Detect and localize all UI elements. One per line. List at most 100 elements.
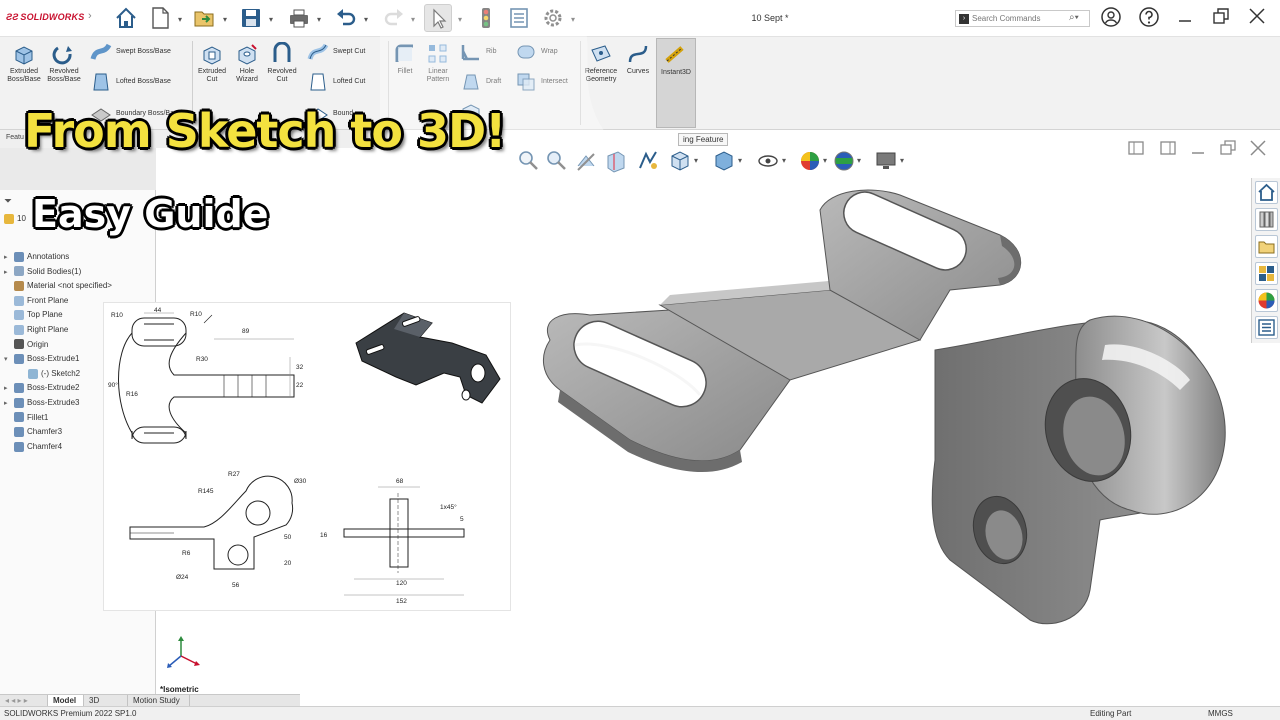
chevron-right-icon[interactable]: › [88,10,92,22]
tree-item[interactable]: Fillet1 [4,411,48,425]
print-button[interactable] [285,4,313,32]
file-properties-button[interactable] [505,4,533,32]
lofted-cut-button[interactable]: Lofted Cut [307,71,365,93]
hide-show-items-icon[interactable] [756,148,780,174]
edit-appearance-icon[interactable] [798,148,822,174]
expand-arrow-icon[interactable]: ▸ [4,382,14,396]
help-button[interactable] [1136,6,1162,30]
viewport-minimize-icon[interactable] [1188,138,1208,158]
new-document-button[interactable] [146,4,174,32]
lofted-boss-button[interactable]: Lofted Boss/Base [90,71,171,93]
display-style-icon[interactable] [712,148,736,174]
undo-dropdown-icon[interactable]: ▾ [364,15,368,24]
print-dropdown-icon[interactable]: ▾ [317,15,321,24]
hole-wizard-button[interactable]: Hole Wizard [229,42,265,84]
revolved-boss-button[interactable]: Revolved Boss/Base [44,42,84,84]
viewport-close-icon[interactable] [1248,138,1268,158]
expand-arrow-icon[interactable]: ▸ [4,251,14,265]
appearance-dropdown-icon[interactable]: ▾ [823,156,827,165]
save-dropdown-icon[interactable]: ▾ [269,15,273,24]
close-button[interactable] [1244,6,1270,30]
zoom-to-fit-icon[interactable] [516,148,540,174]
section-view-icon[interactable] [604,148,628,174]
scene-dropdown-icon[interactable]: ▾ [857,156,861,165]
tree-item[interactable]: Material <not specified> [4,279,112,293]
solidworks-resources-tab[interactable] [1255,181,1278,204]
status-units[interactable]: MMGS [1208,707,1233,720]
user-account-button[interactable] [1098,6,1124,30]
select-dropdown-icon[interactable]: ▾ [458,15,462,24]
open-dropdown-icon[interactable]: ▾ [223,15,227,24]
fillet-button[interactable]: Fillet [391,42,419,76]
tree-item[interactable]: Chamfer4 [4,440,62,454]
apply-scene-icon[interactable] [832,148,856,174]
linear-pattern-button[interactable]: Linear Pattern [421,42,455,84]
intersect-button[interactable]: Intersect [515,71,568,93]
reference-geometry-button[interactable]: Reference Geometry [582,42,620,84]
file-explorer-tab[interactable] [1255,235,1278,258]
view-settings-dropdown-icon[interactable]: ▾ [900,156,904,165]
custom-properties-tab[interactable] [1255,316,1278,339]
tree-item[interactable]: Top Plane [4,308,63,322]
display-style-dropdown-icon[interactable]: ▾ [738,156,742,165]
viewport-split-right-icon[interactable] [1158,138,1178,158]
expand-arrow-icon[interactable]: ▾ [4,353,14,367]
expand-arrow-icon[interactable]: ▸ [4,397,14,411]
save-button[interactable] [237,4,265,32]
swept-cut-button[interactable]: Swept Cut [307,41,365,63]
tree-item[interactable]: Front Plane [4,294,68,308]
instant3d-button[interactable]: Instant3D [656,38,696,128]
tab-features[interactable]: Featu [6,134,24,141]
design-library-tab[interactable] [1255,208,1278,231]
options-button[interactable] [539,4,567,32]
select-button[interactable] [424,4,452,32]
view-settings-icon[interactable] [874,148,898,174]
view-palette-tab[interactable] [1255,262,1278,285]
rebuild-button[interactable] [472,4,500,32]
previous-view-icon[interactable] [574,148,598,174]
extruded-cut-button[interactable]: Extruded Cut [194,42,230,84]
hide-show-dropdown-icon[interactable]: ▾ [782,156,786,165]
solidworks-logo[interactable]: ƧƧ SOLIDWORKS [6,12,84,22]
expand-arrow-icon[interactable]: ▸ [4,266,14,280]
rib-button[interactable]: Rib [460,41,497,63]
redo-button[interactable] [380,4,408,32]
tree-item[interactable]: ▸ Boss-Extrude3 [4,396,79,410]
restore-button[interactable] [1208,6,1234,30]
open-button[interactable] [191,4,219,32]
tree-item[interactable]: Origin [4,338,48,352]
dynamic-annotation-icon[interactable] [636,148,660,174]
new-dropdown-icon[interactable]: ▾ [178,15,182,24]
undo-button[interactable] [332,4,360,32]
search-commands-box[interactable]: › ⌕▾ [955,10,1090,27]
file-explorer-icon [1258,241,1275,254]
tree-item[interactable]: ▸ Annotations [4,250,69,264]
tree-root-part[interactable]: 10 [4,212,26,226]
viewport-restore-icon[interactable] [1218,138,1238,158]
curves-button[interactable]: Curves [622,42,654,76]
feature-icon [14,266,24,277]
tree-item[interactable]: Chamfer3 [4,425,62,439]
tree-item[interactable]: ▸ Boss-Extrude2 [4,381,79,395]
tree-item[interactable]: ▸ Solid Bodies(1) [4,265,81,279]
home-button[interactable] [112,4,140,32]
tree-item[interactable]: Right Plane [4,323,68,337]
revolved-cut-button[interactable]: Revolved Cut [264,42,300,84]
search-input[interactable] [972,12,1068,25]
tree-item[interactable]: (-) Sketch2 [18,367,80,381]
swept-boss-button[interactable]: Swept Boss/Base [90,41,171,63]
minimize-button[interactable] [1172,6,1198,30]
extruded-boss-button[interactable]: Extruded Boss/Base [4,42,44,84]
tree-item[interactable]: ▾ Boss-Extrude1 [4,352,79,366]
view-orientation-dropdown-icon[interactable]: ▾ [694,156,698,165]
view-orientation-icon[interactable] [668,148,692,174]
options-dropdown-icon[interactable]: ▾ [571,15,575,24]
filter-icon[interactable]: ⏷ [4,196,12,207]
search-icon[interactable]: ⌕▾ [1069,12,1079,23]
redo-dropdown-icon[interactable]: ▾ [411,15,415,24]
zoom-to-area-icon[interactable] [544,148,568,174]
wrap-button[interactable]: Wrap [515,41,558,63]
viewport-split-left-icon[interactable] [1126,138,1146,158]
draft-button[interactable]: Draft [460,71,501,93]
appearances-tab[interactable] [1255,289,1278,312]
